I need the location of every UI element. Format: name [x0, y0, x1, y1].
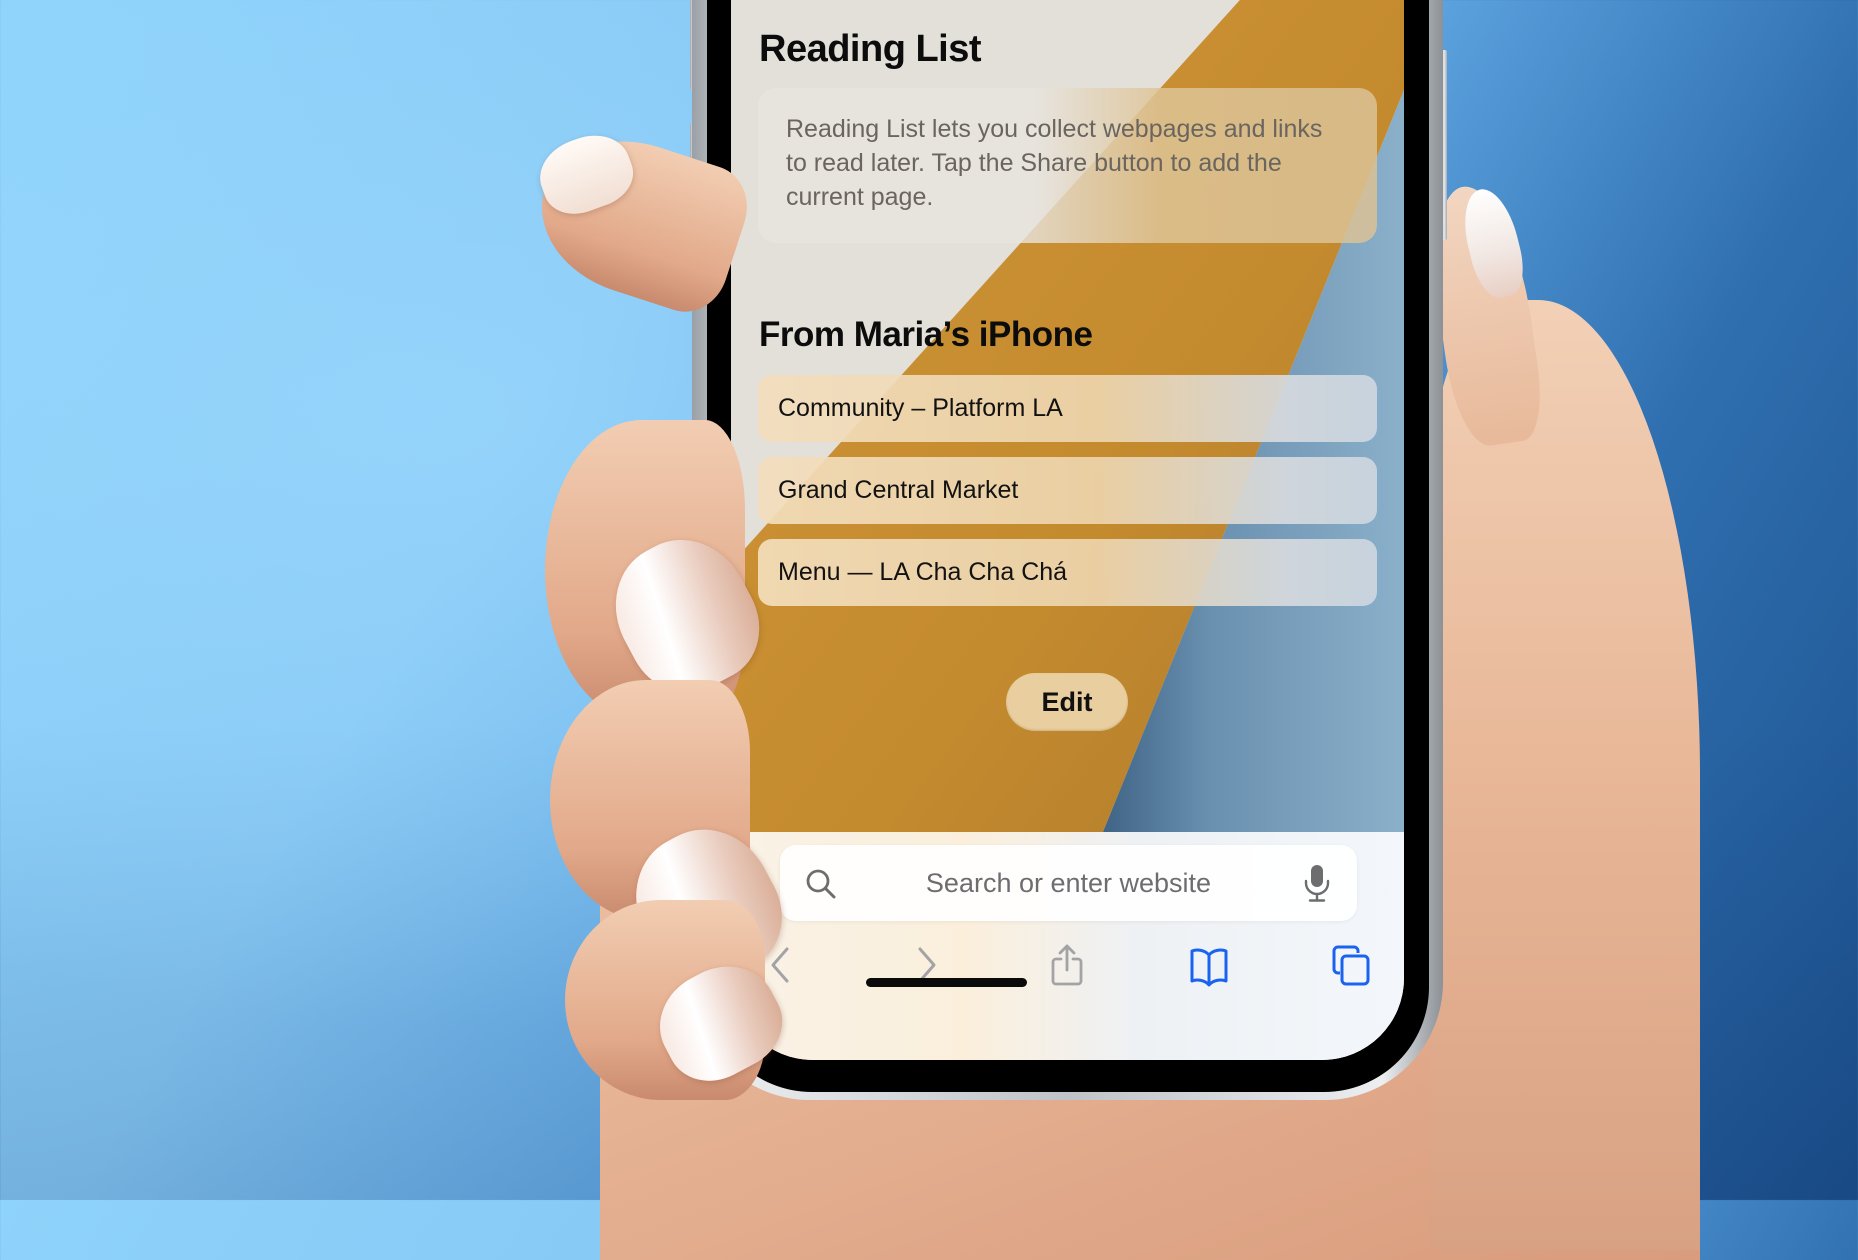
reading-list-content: Reading List Reading List lets you colle…: [731, 0, 1404, 772]
tabs-icon[interactable]: [1331, 943, 1371, 987]
address-bar[interactable]: [780, 845, 1357, 921]
share-icon[interactable]: [1047, 943, 1087, 987]
device-section-title: From Maria’s iPhone: [759, 315, 1093, 354]
reading-list-item[interactable]: Menu — LA Cha Cha Chá: [758, 539, 1377, 606]
edit-button[interactable]: Edit: [1006, 673, 1128, 731]
reading-list-item[interactable]: Community – Platform LA: [758, 375, 1377, 442]
safari-bottom-toolbar: [731, 832, 1404, 1060]
reading-list-item[interactable]: Grand Central Market: [758, 457, 1377, 524]
reading-list-info-card: Reading List lets you collect webpages a…: [758, 88, 1377, 243]
reading-list-title: Reading List: [759, 28, 982, 70]
reading-list-item-label: Grand Central Market: [778, 476, 1019, 504]
search-icon: [806, 869, 836, 899]
bookmarks-book-icon[interactable]: [1189, 943, 1229, 987]
reading-list-item-label: Menu — LA Cha Cha Chá: [778, 558, 1068, 586]
home-indicator: [866, 978, 1027, 987]
phone-screen: Reading List Reading List lets you colle…: [731, 0, 1404, 1060]
microphone-icon[interactable]: [1303, 863, 1331, 903]
search-input[interactable]: [866, 866, 1271, 900]
reading-list-item-label: Community – Platform LA: [778, 394, 1063, 422]
reading-list-info-text: Reading List lets you collect webpages a…: [786, 115, 1323, 211]
